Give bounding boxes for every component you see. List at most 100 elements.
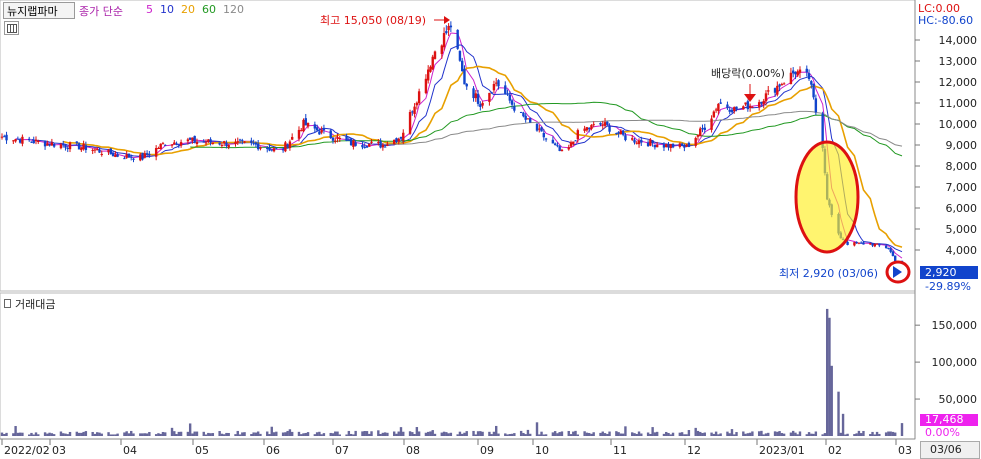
- candle-body: [204, 142, 208, 144]
- current-volume: 17,468: [925, 413, 964, 426]
- volume-bar: [413, 434, 416, 436]
- volume-bar: [161, 431, 165, 436]
- candle-body: [529, 118, 532, 123]
- candle-body: [764, 93, 768, 102]
- volume-bar: [646, 432, 650, 436]
- ma-period-120[interactable]: 120: [223, 3, 244, 16]
- ma-period-60[interactable]: 60: [202, 3, 216, 16]
- ma-label[interactable]: 종가 단순: [79, 3, 123, 19]
- candle-body: [508, 94, 512, 101]
- volume-bar: [125, 431, 128, 436]
- candle-body: [32, 140, 35, 144]
- volume-bar: [472, 430, 475, 436]
- volume-bar: [846, 433, 849, 436]
- volume-bar: [728, 433, 731, 436]
- candle-body: [544, 138, 548, 140]
- volume-bar: [411, 432, 414, 436]
- candle-body: [379, 141, 382, 148]
- candle-body: [114, 154, 117, 158]
- candle-body: [77, 143, 81, 150]
- candle-body: [392, 139, 396, 145]
- volume-bar: [862, 430, 865, 436]
- candle-body: [236, 141, 239, 143]
- volume-bar: [440, 432, 443, 436]
- volume-bar: [426, 431, 430, 436]
- volume-bar: [492, 431, 496, 436]
- volume-bar: [433, 433, 437, 436]
- volume-bar: [757, 431, 761, 436]
- candle-body: [678, 143, 682, 147]
- candle-body: [338, 138, 341, 140]
- volume-bar: [508, 434, 512, 436]
- volume-bar: [805, 434, 808, 436]
- volume-bar: [719, 433, 722, 436]
- candle-body: [345, 136, 348, 141]
- candle-body: [782, 83, 786, 85]
- table-toggle-button[interactable]: [4, 21, 19, 35]
- candle-body: [474, 93, 478, 99]
- candle-body: [191, 137, 194, 141]
- volume-bar: [145, 433, 149, 436]
- candle-body: [220, 144, 224, 146]
- candle-body: [154, 148, 158, 157]
- candle-body: [297, 129, 301, 139]
- ma-period-10[interactable]: 10: [160, 3, 174, 16]
- volume-bar: [256, 431, 260, 436]
- volume-bar: [748, 432, 752, 436]
- candle-body: [402, 132, 405, 141]
- candle-body: [640, 139, 643, 143]
- volume-bar: [379, 433, 382, 436]
- candle-body: [445, 31, 448, 34]
- volume-bar: [114, 434, 117, 436]
- candle-body: [608, 125, 611, 132]
- volume-bar: [395, 433, 398, 436]
- candle-body: [43, 141, 47, 147]
- volume-bar: [465, 431, 468, 436]
- price-tick-label: 8,000: [946, 160, 978, 173]
- volume-bar: [30, 432, 33, 436]
- volume-bar: [474, 434, 478, 436]
- volume-bar: [680, 432, 684, 436]
- price-tick-label: 9,000: [946, 139, 978, 152]
- volume-bar: [685, 434, 688, 436]
- volume-bar: [14, 426, 17, 436]
- candle-body: [576, 130, 580, 140]
- ma-period-20[interactable]: 20: [181, 3, 195, 16]
- ma-period-5[interactable]: 5: [146, 3, 153, 16]
- volume-icon: [4, 299, 11, 308]
- volume-bar: [234, 434, 237, 436]
- candle-body: [696, 134, 700, 137]
- candle-body: [730, 109, 734, 113]
- candle-body: [141, 152, 144, 160]
- candle-body: [218, 142, 221, 145]
- volume-bar: [497, 433, 500, 436]
- volume-bar: [535, 422, 539, 436]
- volume-bar: [893, 432, 897, 436]
- volume-bar: [662, 433, 666, 436]
- candle-body: [465, 83, 468, 87]
- price-tick-label: 6,000: [946, 202, 978, 215]
- volume-bar: [742, 431, 745, 436]
- volume-bar: [671, 432, 675, 436]
- volume-bar: [712, 433, 716, 436]
- volume-bar: [402, 431, 405, 436]
- candle-body: [227, 145, 230, 148]
- volume-bar: [377, 430, 380, 436]
- volume-bar: [207, 432, 210, 436]
- volume-bar: [334, 431, 337, 436]
- candle-body: [100, 153, 103, 155]
- volume-bar: [329, 432, 332, 436]
- candle-body: [207, 139, 210, 142]
- volume-bar: [524, 434, 527, 436]
- volume-bar: [825, 308, 829, 436]
- candle-body: [683, 144, 686, 148]
- candle-body: [84, 145, 88, 150]
- candle-body: [361, 145, 364, 148]
- volume-bar: [18, 432, 22, 436]
- volume-bar: [687, 430, 691, 436]
- candle-body: [456, 29, 459, 49]
- volume-bar: [828, 317, 831, 436]
- candle-body: [524, 115, 527, 120]
- candle-body: [417, 91, 421, 104]
- candle-body: [411, 111, 414, 113]
